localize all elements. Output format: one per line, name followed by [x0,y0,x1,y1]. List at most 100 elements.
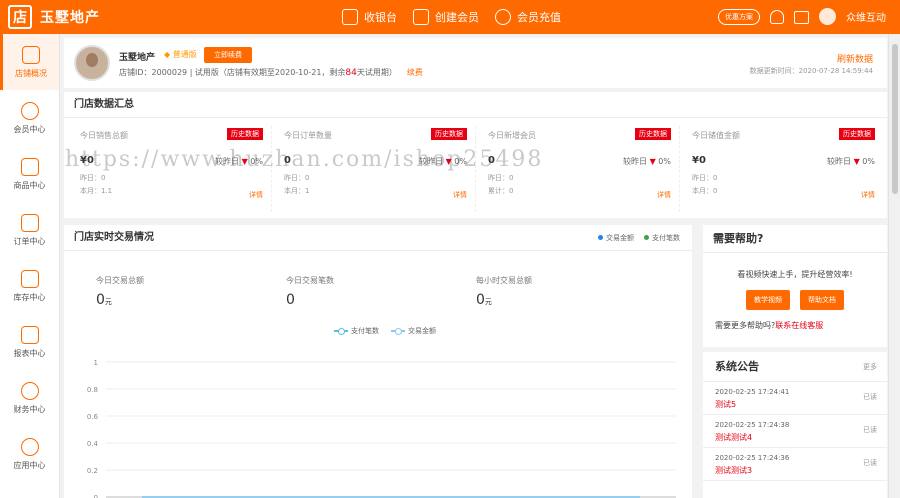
compare-pct: 0% [250,157,263,166]
legend-amount-label: 交易金额 [606,234,634,242]
system-notice-panel: 系统公告 更多 2020-02-25 17:24:41 测试5 已读 2020-0… [703,352,887,498]
nav-create-member[interactable]: 创建会员 [413,9,479,25]
sidebar-item-order-center[interactable]: 订单中心 [0,202,59,258]
store-name: 玉墅地产 [119,53,156,63]
notice-status: 已读 [863,426,877,434]
history-button[interactable]: 历史数据 [431,128,467,140]
user-name[interactable]: 众维互动 [846,9,886,24]
help-text: 看视频快速上手，提升经营效率! [737,270,853,279]
notice-time: 2020-02-25 17:24:38 [715,421,790,429]
nav-member-recharge[interactable]: 会员充值 [495,9,561,25]
notice-title-link[interactable]: 测试测试3 [715,465,877,476]
legend-count[interactable]: 支付笔数 [644,233,680,243]
sidebar: 店铺概况 会员中心 商品中心 订单中心 库存中心 报表中心 财务中心 应用中心 [0,34,60,498]
sidebar-item-report-center[interactable]: 报表中心 [0,314,59,370]
goods-icon [20,157,39,176]
stat-number: 0 [286,292,295,308]
edition-label: 普通版 [172,50,197,59]
sidebar-item-goods-center[interactable]: 商品中心 [0,146,59,202]
summary-title: 门店数据汇总 [64,92,887,118]
help-doc-button[interactable]: 帮助文档 [800,290,844,310]
detail-link[interactable]: 详情 [249,190,263,200]
logo[interactable]: 店 玉墅地产 [8,5,100,29]
stat-label: 今日交易总额 [96,276,144,285]
sidebar-item-finance-center[interactable]: 财务中心 [0,370,59,426]
inventory-icon [20,269,39,288]
blue-dot-icon [598,235,603,240]
down-arrow-icon: ▼ [445,157,452,166]
meta-yesterday: 昨日：0 [80,174,106,182]
down-arrow-icon: ▼ [241,157,248,166]
chart-legend-label: 交易金额 [408,327,436,335]
compare-label: 较昨日 [623,157,648,166]
history-button[interactable]: 历史数据 [227,128,263,140]
sidebar-item-member-center[interactable]: 会员中心 [0,90,59,146]
online-service-link[interactable]: 联系在线客服 [775,321,823,330]
notice-title-link[interactable]: 测试5 [715,399,877,410]
more-link[interactable]: 更多 [863,352,877,382]
notice-title-link[interactable]: 测试测试4 [715,432,877,443]
chart-legend-label: 支付笔数 [351,327,379,335]
realtime-stats: 今日交易总额 0元 今日交易笔数 0 每小时交易总额 0元 [64,251,692,308]
notice-item[interactable]: 2020-02-25 17:24:36 测试测试3 已读 [703,448,887,481]
bell-icon[interactable] [770,9,784,24]
top-legend: 交易金额 支付笔数 [598,233,680,243]
detail-link[interactable]: 详情 [453,190,467,200]
home-icon [22,45,40,64]
detail-link[interactable]: 详情 [657,190,671,200]
meta-month: 本月：1.1 [80,187,113,195]
app-icon [20,437,39,456]
detail-link[interactable]: 详情 [861,190,875,200]
card-meta: 昨日：0 累计：0 [488,172,673,198]
sidebar-item-label: 应用中心 [13,460,46,470]
card-compare: 较昨日 ▼ 0% [419,156,467,167]
sidebar-item-inventory-center[interactable]: 库存中心 [0,258,59,314]
stat-label: 今日交易笔数 [286,276,334,285]
notice-status: 已读 [863,459,877,467]
store-info-suffix: 天试用期） [356,68,397,77]
card-new-members: 今日新增会员 历史数据 0 较昨日 ▼ 0% 昨日：0 累计：0 详情 [476,126,680,212]
down-arrow-icon: ▼ [853,157,860,166]
store-avatar [74,45,110,81]
card-sales: 今日销售总额 历史数据 ¥0 较昨日 ▼ 0% 昨日：0 本月：1.1 详情 [68,126,272,212]
promo-button[interactable]: 优惠方案 [718,8,760,25]
sidebar-item-label: 报表中心 [13,348,46,358]
meta-total: 累计：0 [488,187,514,195]
sidebar-item-store-overview[interactable]: 店铺概况 [0,34,59,90]
top-right-tools: 优惠方案 众维互动 [718,8,886,25]
renew-link[interactable]: 续费 [407,68,423,77]
notice-item[interactable]: 2020-02-25 17:24:38 测试测试4 已读 [703,415,887,448]
help-panel: 需要帮助? 看视频快速上手，提升经营效率! 教学视频 帮助文档 需要更多帮助吗?… [703,225,887,347]
meta-yesterday: 昨日：0 [488,174,514,182]
legend-count-label: 支付笔数 [652,234,680,242]
stat-value: 0 [286,292,476,308]
line-marker-icon [391,328,405,335]
chart-legend-amount[interactable]: 交易金额 [391,326,436,336]
sidebar-item-app-center[interactable]: 应用中心 [0,426,59,482]
renew-now-button[interactable]: 立即续费 [204,47,252,63]
history-button[interactable]: 历史数据 [839,128,875,140]
sidebar-item-label: 库存中心 [13,292,46,302]
notice-title-text: 系统公告 [715,360,759,373]
help-more-text: 需要更多帮助吗? [715,321,776,330]
shopping-bag-icon[interactable] [794,11,809,24]
video-tutorial-button[interactable]: 教学视频 [746,290,790,310]
card-compare: 较昨日 ▼ 0% [623,156,671,167]
stat-number: 0 [476,292,485,308]
notice-title: 系统公告 更多 [703,352,887,382]
update-time: 数据更新时间：2020-07-28 14:59:44 [749,67,873,75]
notice-time: 2020-02-25 17:24:36 [715,454,790,462]
scrollbar-thumb[interactable] [892,44,898,194]
user-avatar[interactable] [819,8,836,25]
page-scrollbar[interactable] [888,34,900,498]
nav-cashier[interactable]: 收银台 [342,9,397,25]
history-button[interactable]: 历史数据 [635,128,671,140]
notice-item[interactable]: 2020-02-25 17:24:41 测试5 已读 [703,382,887,415]
stat-today-count: 今日交易笔数 0 [286,275,476,308]
notice-status: 已读 [863,393,877,401]
chart-legend-count[interactable]: 支付笔数 [334,326,379,336]
refresh-data-link[interactable]: 刷新数据 [837,52,873,65]
legend-amount[interactable]: 交易金额 [598,233,634,243]
y-tick-label: 0.2 [87,467,98,475]
store-profile: 玉墅地产 ◆ 普通版 立即续费 店铺ID：2000029 | 试用版（店铺有效期… [64,38,887,88]
